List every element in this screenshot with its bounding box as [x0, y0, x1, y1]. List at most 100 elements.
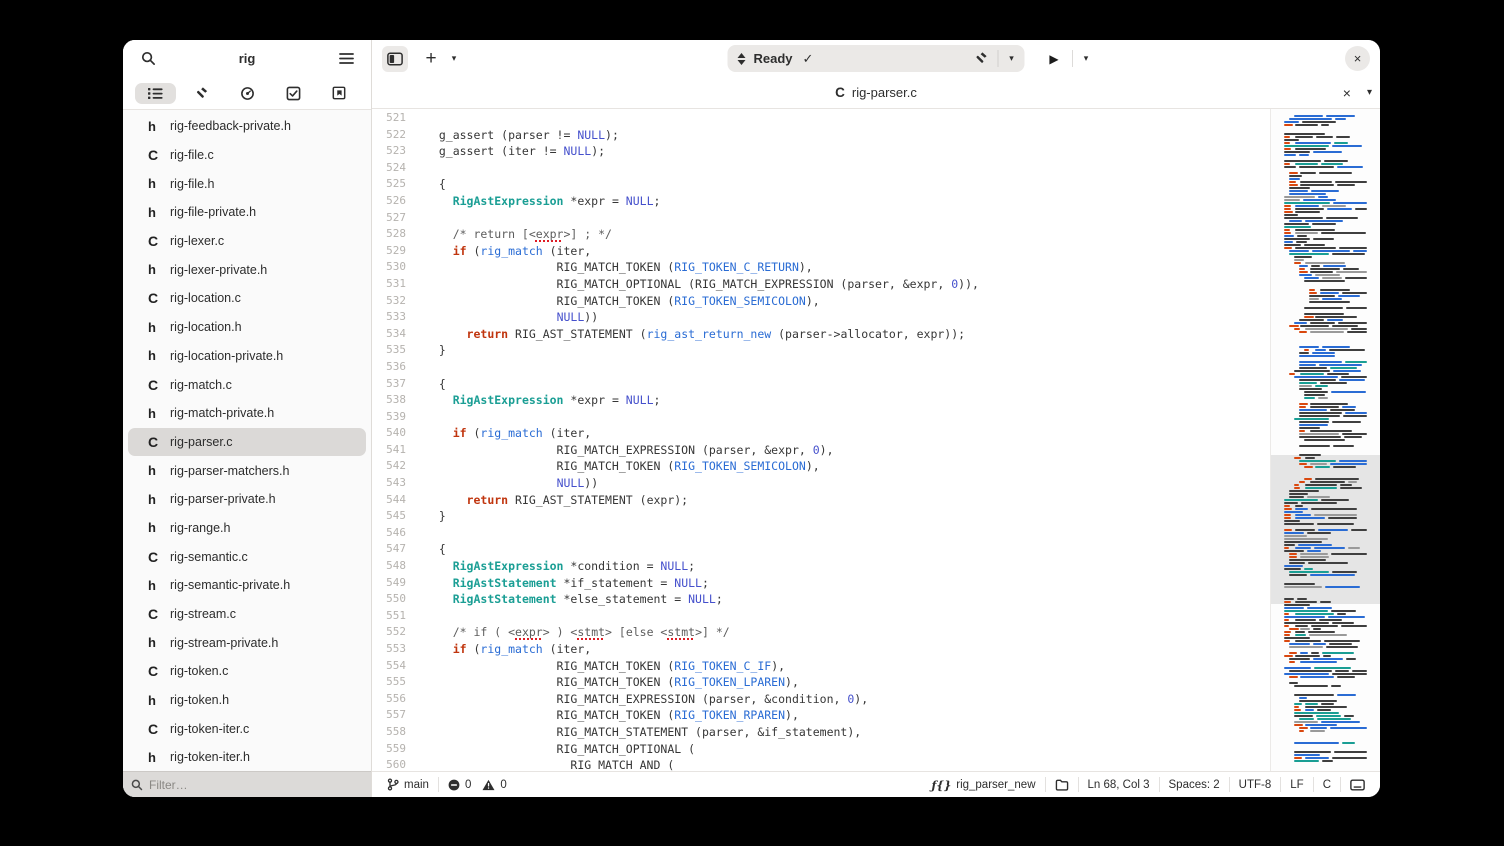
new-page-menu-button[interactable]: ▾	[446, 46, 462, 72]
chevron-down-icon: ▾	[1367, 87, 1372, 98]
keyboard-button[interactable]	[1341, 772, 1374, 797]
file-name: rig-stream.c	[170, 607, 236, 621]
encoding-button[interactable]: UTF-8	[1230, 772, 1281, 797]
menu-button[interactable]	[333, 46, 359, 72]
code-line: 535 }	[372, 342, 1270, 359]
code-editor[interactable]: 521522 g_assert (parser != NULL);523 g_a…	[372, 109, 1270, 771]
window-close-button[interactable]: ×	[1345, 46, 1370, 71]
hammer-icon	[194, 86, 209, 101]
tab-rig-parser[interactable]: C rig-parser.c	[835, 85, 917, 100]
sidebar-tab-project-tree[interactable]	[135, 83, 176, 104]
sidebar-tab-todo[interactable]	[273, 82, 314, 105]
file-item[interactable]: hrig-match-private.h	[128, 399, 366, 428]
run-button[interactable]: ▶	[1041, 46, 1067, 72]
line-number: 559	[372, 741, 406, 758]
sidebar-tab-build-targets[interactable]	[181, 82, 222, 105]
code-line: 547 {	[372, 541, 1270, 558]
file-item[interactable]: Crig-lexer.c	[128, 227, 366, 256]
file-item[interactable]: hrig-range.h	[128, 514, 366, 543]
file-name: rig-file.h	[170, 177, 214, 191]
file-item[interactable]: hrig-feedback-private.h	[128, 112, 366, 141]
file-item[interactable]: Crig-semantic.c	[128, 542, 366, 571]
file-item[interactable]: hrig-parser-private.h	[128, 485, 366, 514]
open-folder-button[interactable]	[1046, 772, 1078, 797]
warning-count-button[interactable]: 0	[480, 772, 515, 797]
new-page-button[interactable]: +	[418, 46, 444, 72]
search-button[interactable]	[135, 46, 161, 72]
line-number: 535	[372, 342, 406, 359]
code-text: RIG_MATCH_AND (	[406, 757, 674, 771]
filter-input[interactable]	[149, 778, 329, 792]
c-file-icon: C	[148, 549, 170, 565]
file-item[interactable]: hrig-token-iter.h	[128, 743, 366, 771]
line-number: 532	[372, 293, 406, 310]
code-text: }	[406, 342, 446, 359]
c-file-icon: C	[148, 663, 170, 679]
sidebar-tab-pipeline[interactable]	[227, 82, 268, 105]
code-text: return RIG_AST_STATEMENT (rig_ast_return…	[406, 326, 965, 343]
code-text	[406, 110, 425, 127]
code-line: 549 RigAstStatement *if_statement = NULL…	[372, 575, 1270, 592]
file-item[interactable]: hrig-stream-private.h	[128, 628, 366, 657]
c-file-icon: C	[148, 377, 170, 393]
file-item[interactable]: Crig-file.c	[128, 141, 366, 170]
file-item[interactable]: Crig-parser.c	[128, 428, 366, 457]
code-line: 524	[372, 160, 1270, 177]
line-number: 526	[372, 193, 406, 210]
line-number: 541	[372, 442, 406, 459]
current-function-button[interactable]: ƒ{} rig_parser_new	[922, 772, 1044, 797]
line-number: 548	[372, 558, 406, 575]
build-status-button[interactable]: Ready ✓ ▾	[728, 45, 1025, 72]
check-icon: ✓	[803, 51, 814, 67]
file-name: rig-semantic.c	[170, 550, 248, 564]
indentation-button[interactable]: Spaces: 2	[1160, 772, 1229, 797]
git-branch-icon	[387, 778, 399, 791]
toggle-sidebar-button[interactable]	[382, 46, 408, 72]
code-text: g_assert (parser != NULL);	[406, 127, 619, 144]
sidebar-tab-bookmarks[interactable]	[319, 82, 359, 104]
language-button[interactable]: C	[1314, 772, 1340, 797]
minimap[interactable]	[1270, 109, 1380, 771]
line-ending-button[interactable]: LF	[1281, 772, 1312, 797]
file-item[interactable]: hrig-semantic-private.h	[128, 571, 366, 600]
file-item[interactable]: Crig-token.c	[128, 657, 366, 686]
filter-search-icon	[131, 779, 143, 791]
build-button[interactable]	[968, 46, 994, 72]
code-line: 546	[372, 525, 1270, 542]
run-menu-button[interactable]: ▾	[1078, 46, 1094, 72]
file-item[interactable]: hrig-lexer-private.h	[128, 255, 366, 284]
file-item[interactable]: Crig-token-iter.c	[128, 714, 366, 743]
file-item[interactable]: hrig-location-private.h	[128, 342, 366, 371]
line-number: 538	[372, 392, 406, 409]
git-branch-button[interactable]: main	[378, 772, 438, 797]
code-line: 529 if (rig_match (iter,	[372, 243, 1270, 260]
code-text: RigAstExpression *condition = NULL;	[406, 558, 695, 575]
file-item[interactable]: hrig-file.h	[128, 169, 366, 198]
file-item[interactable]: hrig-location.h	[128, 313, 366, 342]
file-name: rig-file-private.h	[170, 205, 256, 219]
code-text: return RIG_AST_STATEMENT (expr);	[406, 492, 688, 509]
file-name: rig-match.c	[170, 378, 232, 392]
file-item[interactable]: hrig-file-private.h	[128, 198, 366, 227]
build-menu-button[interactable]: ▾	[1003, 46, 1021, 72]
warning-icon	[482, 779, 495, 791]
main-area: + ▾ Ready ✓ ▾	[372, 40, 1380, 797]
file-item[interactable]: hrig-parser-matchers.h	[128, 456, 366, 485]
tab-close-button[interactable]: ×	[1343, 85, 1351, 101]
file-item[interactable]: Crig-stream.c	[128, 600, 366, 629]
tab-list-button[interactable]: ▾	[1367, 87, 1372, 98]
keyboard-icon	[1350, 779, 1365, 791]
file-name: rig-parser-matchers.h	[170, 464, 289, 478]
code-line: 527	[372, 210, 1270, 227]
line-number: 525	[372, 176, 406, 193]
hammer-icon	[973, 51, 988, 66]
line-number: 531	[372, 276, 406, 293]
error-count-button[interactable]: 0	[439, 772, 480, 797]
cursor-position-button[interactable]: Ln 68, Col 3	[1079, 772, 1159, 797]
code-line: 545 }	[372, 508, 1270, 525]
bookmark-icon	[332, 86, 346, 100]
code-text: RIG_MATCH_OPTIONAL (RIG_MATCH_EXPRESSION…	[406, 276, 979, 293]
file-item[interactable]: Crig-location.c	[128, 284, 366, 313]
file-item[interactable]: Crig-match.c	[128, 370, 366, 399]
file-item[interactable]: hrig-token.h	[128, 686, 366, 715]
